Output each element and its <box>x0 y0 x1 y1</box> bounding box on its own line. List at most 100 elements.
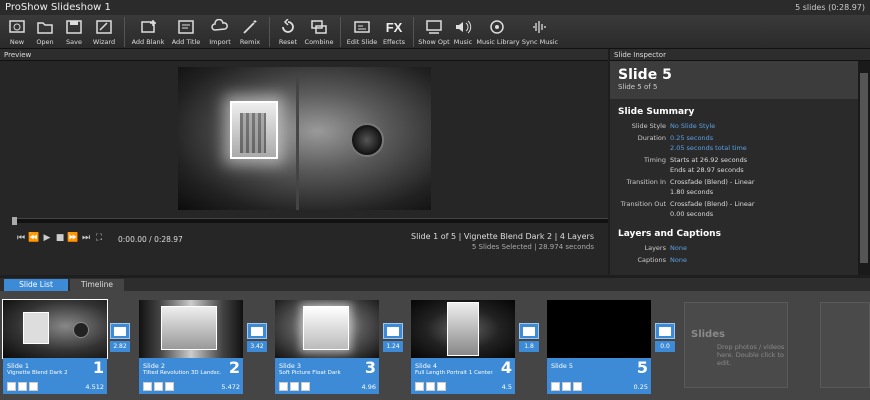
slide-card-1[interactable]: 1 Slide 1 Vignette Blend Dark 2 4.512 <box>2 299 108 394</box>
skip-end-icon[interactable]: ⏭ <box>81 233 91 243</box>
duration-link[interactable]: 0.25 seconds <box>670 133 747 143</box>
sync-music-label: Sync Music <box>521 38 559 46</box>
audio-icon[interactable] <box>165 382 174 391</box>
transition-1[interactable]: 2.82 <box>109 323 131 357</box>
slide-style-name: Soft Picture Float Dark <box>279 370 341 376</box>
preview-scrubber[interactable] <box>12 217 608 225</box>
add-blank-button[interactable]: Add Blank <box>129 15 167 49</box>
slide-duration[interactable]: 4.5 <box>502 383 512 391</box>
inspector-header: Slide Inspector <box>610 49 870 61</box>
transition-duration[interactable]: 1.8 <box>519 341 539 352</box>
wizard-button[interactable]: Wizard <box>88 15 120 49</box>
slide-number: 4 <box>500 358 512 377</box>
edit-slide-button[interactable]: Edit Slide <box>345 15 379 49</box>
slide-icons <box>279 382 310 391</box>
add-title-button[interactable]: Add Title <box>167 15 205 49</box>
slide-drop-zone-next[interactable] <box>820 302 870 388</box>
show-options-button[interactable]: Show Opt <box>418 15 450 49</box>
play-icon[interactable]: ▶ <box>42 233 52 243</box>
layers-icon[interactable] <box>290 382 299 391</box>
window-title: ProShow Slideshow 1 <box>5 2 111 13</box>
audio-icon[interactable] <box>29 382 38 391</box>
slide-drop-zone[interactable]: Slides Drop photos / videos here. Double… <box>684 302 788 388</box>
combine-icon <box>309 17 329 37</box>
music-button[interactable]: Music <box>450 15 476 49</box>
play-slide-icon[interactable] <box>415 382 424 391</box>
play-slide-icon[interactable] <box>551 382 560 391</box>
transition-icon <box>110 323 130 339</box>
effects-button[interactable]: FX Effects <box>379 15 409 49</box>
music-library-button[interactable]: Music Library <box>476 15 520 49</box>
remix-button[interactable]: Remix <box>235 15 265 49</box>
slide-duration[interactable]: 5.472 <box>221 383 240 391</box>
slide-duration[interactable]: 4.96 <box>362 383 376 391</box>
slide-card-3[interactable]: 3 Slide 3 Soft Picture Float Dark 4.96 <box>275 300 379 394</box>
audio-icon[interactable] <box>573 382 582 391</box>
drop-zone-hint: Drop photos / videos here. Double click … <box>717 343 785 367</box>
slide-number: 3 <box>364 358 376 377</box>
play-slide-icon[interactable] <box>7 382 16 391</box>
sync-music-button[interactable]: Sync Music <box>520 15 560 49</box>
transition-4[interactable]: 1.8 <box>518 323 540 357</box>
layers-icon[interactable] <box>426 382 435 391</box>
slide-card-2[interactable]: 2 Slide 2 Tilted Revolution 3D Landsc...… <box>139 300 243 394</box>
thumb-window <box>73 322 89 338</box>
transition-5[interactable]: 0.0 <box>654 323 676 357</box>
magic-wand-icon <box>240 17 260 37</box>
open-button[interactable]: Open <box>30 15 60 49</box>
slide-style-row: Slide Style No Slide Style <box>610 121 858 131</box>
slide-card-4[interactable]: 4 Slide 4 Full Length Portrait 1 Center.… <box>411 300 515 394</box>
add-blank-icon <box>138 17 158 37</box>
thumb-photo <box>23 312 49 344</box>
inspector-scroll-thumb[interactable] <box>860 73 868 263</box>
new-button[interactable]: New <box>4 15 30 49</box>
fast-forward-icon[interactable]: ⏩ <box>67 233 78 243</box>
slide-number: 5 <box>636 358 648 377</box>
rewind-icon[interactable]: ⏪ <box>28 233 39 243</box>
skip-start-icon[interactable]: ⏮ <box>16 233 26 243</box>
layers-row: Layers None <box>610 243 858 253</box>
transition-2[interactable]: 3.42 <box>246 323 268 357</box>
duration-total-link[interactable]: 2.05 seconds total time <box>670 143 747 153</box>
transition-icon <box>383 323 403 339</box>
audio-icon[interactable] <box>301 382 310 391</box>
layers-label: Layers <box>644 244 666 252</box>
duration-row: Duration 0.25 seconds 2.05 seconds total… <box>610 133 858 153</box>
slide-duration[interactable]: 0.25 <box>634 383 648 391</box>
import-button[interactable]: Import <box>205 15 235 49</box>
audio-icon[interactable] <box>437 382 446 391</box>
combine-button[interactable]: Combine <box>302 15 336 49</box>
inspector-scrollbar[interactable] <box>858 61 870 275</box>
layers-link[interactable]: None <box>670 243 687 253</box>
slide-thumbnail <box>275 300 379 358</box>
edit-slide-label: Edit Slide <box>346 38 378 46</box>
stop-icon[interactable]: ■ <box>55 233 65 243</box>
transition-duration[interactable]: 2.82 <box>110 341 130 352</box>
captions-link[interactable]: None <box>670 255 687 265</box>
reset-button[interactable]: Reset <box>274 15 302 49</box>
thumb-photo <box>161 306 217 350</box>
transition-3[interactable]: 1.24 <box>382 323 404 357</box>
fullscreen-icon[interactable]: ⛶ <box>94 233 104 243</box>
slide-duration[interactable]: 4.512 <box>85 383 104 391</box>
layers-icon[interactable] <box>154 382 163 391</box>
toolbar-separator <box>340 17 341 47</box>
play-slide-icon[interactable] <box>279 382 288 391</box>
tab-slide-list[interactable]: Slide List <box>4 279 68 291</box>
slide-card-5[interactable]: 5 Slide 5 0.25 <box>547 300 651 394</box>
slide-style-link[interactable]: No Slide Style <box>670 121 715 131</box>
play-slide-icon[interactable] <box>143 382 152 391</box>
open-label: Open <box>36 38 54 46</box>
reset-label: Reset <box>278 38 298 46</box>
combine-label: Combine <box>304 38 334 46</box>
cloud-import-icon <box>210 17 230 37</box>
tab-timeline[interactable]: Timeline <box>70 279 124 291</box>
layers-icon[interactable] <box>18 382 27 391</box>
transition-duration[interactable]: 0.0 <box>655 341 675 352</box>
transition-duration[interactable]: 3.42 <box>247 341 267 352</box>
layers-icon[interactable] <box>562 382 571 391</box>
save-button[interactable]: Save <box>60 15 88 49</box>
duration-label: Duration <box>637 134 666 142</box>
preview-video[interactable] <box>178 67 431 210</box>
transition-duration[interactable]: 1.24 <box>383 341 403 352</box>
